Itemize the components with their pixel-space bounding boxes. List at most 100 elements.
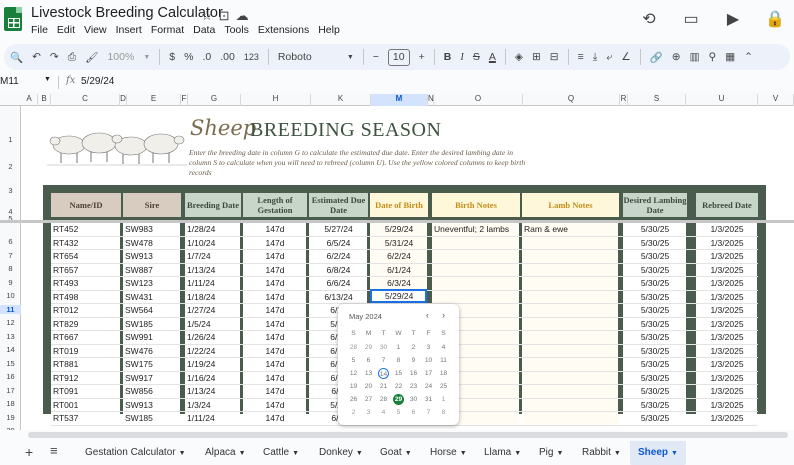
font-select[interactable]: Roboto	[278, 51, 338, 63]
sheet-tab-sheep[interactable]: Sheep ▼	[630, 441, 686, 465]
italic-icon[interactable]: I	[460, 52, 464, 63]
date-cell-6[interactable]: 6	[361, 355, 376, 366]
insert-link-icon[interactable]: 🔗	[650, 51, 663, 64]
all-sheets-icon[interactable]: ≡	[50, 443, 58, 458]
freeze-divider[interactable]	[0, 220, 794, 223]
date-cell-22[interactable]: 22	[391, 381, 406, 392]
font-size-input[interactable]: 10	[387, 48, 410, 66]
horizontal-align-icon[interactable]: ≡	[578, 51, 584, 63]
column-header-k[interactable]: K	[311, 94, 371, 106]
cell-desired-lambing-date[interactable]: 5/30/25	[623, 251, 687, 261]
date-cell-6[interactable]: 6	[406, 407, 421, 418]
row-header-8[interactable]: 8	[0, 264, 21, 273]
column-header-q[interactable]: Q	[523, 94, 620, 106]
cell-rebreed-date[interactable]: 1/3/2025	[696, 251, 758, 261]
star-icon[interactable]: ☆	[201, 8, 213, 24]
date-cell-10[interactable]: 10	[421, 355, 436, 366]
cell-rebreed-date[interactable]: 1/3/2025	[696, 305, 758, 315]
date-cell-14[interactable]: 14	[378, 368, 389, 379]
cell-sire[interactable]: SW913	[125, 251, 180, 261]
column-header-r[interactable]: R	[620, 94, 628, 106]
cell-length-of-gestation[interactable]: 147d	[243, 319, 307, 329]
cell-rebreed-date[interactable]: 1/3/2025	[696, 319, 758, 329]
text-rotation-icon[interactable]: ∠	[621, 51, 630, 63]
scrollbar-thumb[interactable]	[28, 432, 788, 438]
cell-name-id[interactable]: RT493	[53, 278, 120, 288]
cell-rebreed-date[interactable]: 1/3/2025	[696, 332, 758, 342]
fill-color-icon[interactable]: ◈	[515, 51, 523, 63]
cell-rebreed-date[interactable]: 1/3/2025	[696, 386, 758, 396]
cell-name-id[interactable]: RT829	[53, 319, 120, 329]
cell-name-id[interactable]: RT001	[53, 400, 120, 410]
currency-format-button[interactable]: $	[169, 51, 175, 63]
print-icon[interactable]: ⎙	[68, 51, 76, 64]
row-header-1[interactable]: 1	[0, 135, 21, 144]
cell-length-of-gestation[interactable]: 147d	[243, 332, 307, 342]
cell-name-id[interactable]: RT019	[53, 346, 120, 356]
cell-breeding-date[interactable]: 1/22/24	[187, 346, 240, 356]
font-dropdown-icon[interactable]: ▼	[347, 54, 354, 61]
cell-estimated-due-date[interactable]: 6/13/24	[309, 292, 368, 302]
cell-breeding-date[interactable]: 1/7/24	[187, 251, 240, 261]
tab-dropdown-icon[interactable]: ▼	[356, 450, 363, 457]
row-header-2[interactable]: 2	[0, 162, 21, 171]
cell-name-id[interactable]: RT537	[53, 413, 120, 423]
cell-desired-lambing-date[interactable]: 5/30/25	[623, 386, 687, 396]
cell-desired-lambing-date[interactable]: 5/30/25	[623, 319, 687, 329]
previous-month-button[interactable]: ‹	[426, 310, 429, 320]
date-cell-21[interactable]: 21	[376, 381, 391, 392]
vertical-align-icon[interactable]: ⤓	[593, 51, 598, 64]
increase-decimals-button[interactable]: .00	[220, 51, 235, 63]
cell-breeding-date[interactable]: 1/13/24	[187, 386, 240, 396]
menu-tools[interactable]: Tools	[224, 24, 249, 36]
row-header-16[interactable]: 16	[0, 372, 21, 381]
cell-desired-lambing-date[interactable]: 5/30/25	[623, 292, 687, 302]
cell-lamb-notes[interactable]: Ram & ewe	[524, 224, 618, 234]
tab-dropdown-icon[interactable]: ▼	[671, 450, 678, 457]
cell-length-of-gestation[interactable]: 147d	[243, 224, 307, 234]
date-cell-4[interactable]: 4	[376, 407, 391, 418]
date-cell-31[interactable]: 31	[421, 394, 436, 405]
date-cell-7[interactable]: 7	[421, 407, 436, 418]
cell-sire[interactable]: SW983	[125, 224, 180, 234]
decrease-font-size-button[interactable]: −	[373, 51, 379, 63]
sheet-tab-alpaca[interactable]: Alpaca ▼	[205, 441, 246, 465]
cell-rebreed-date[interactable]: 1/3/2025	[696, 346, 758, 356]
cell-name-id[interactable]: RT012	[53, 305, 120, 315]
date-cell-29[interactable]: 29	[393, 394, 404, 405]
column-header-m[interactable]: M	[371, 94, 428, 106]
zoom-select[interactable]: 100%	[107, 51, 134, 63]
text-color-icon[interactable]: A	[489, 51, 496, 63]
table-row[interactable]: RT452 SW983 1/28/24 147d 5/27/24 5/29/24 Uneve…	[51, 223, 758, 237]
date-cell-24[interactable]: 24	[421, 381, 436, 392]
bold-icon[interactable]: B	[444, 51, 452, 63]
date-cell-8[interactable]: 8	[391, 355, 406, 366]
share-lock-icon[interactable]: 🔒	[764, 9, 786, 29]
date-cell-12[interactable]: 12	[346, 368, 361, 379]
comments-icon[interactable]: ▭	[680, 9, 702, 29]
cell-length-of-gestation[interactable]: 147d	[243, 373, 307, 383]
cell-breeding-date[interactable]: 1/19/24	[187, 359, 240, 369]
date-cell-27[interactable]: 27	[361, 394, 376, 405]
column-heading-date-of-birth[interactable]: Date of Birth	[370, 193, 428, 217]
cell-desired-lambing-date[interactable]: 5/30/25	[623, 238, 687, 248]
cell-estimated-due-date[interactable]: 6/8/24	[309, 265, 368, 275]
zoom-dropdown-icon[interactable]: ▼	[143, 54, 150, 61]
menu-insert[interactable]: Insert	[116, 24, 142, 36]
menu-edit[interactable]: Edit	[57, 24, 75, 36]
date-cell-25[interactable]: 25	[436, 381, 451, 392]
menu-file[interactable]: File	[31, 24, 48, 36]
tab-dropdown-icon[interactable]: ▼	[239, 450, 246, 457]
row-header-9[interactable]: 9	[0, 278, 21, 287]
cell-breeding-date[interactable]: 1/16/24	[187, 373, 240, 383]
column-header-a[interactable]: A	[21, 94, 38, 106]
row-header-15[interactable]: 15	[0, 359, 21, 368]
date-cell-23[interactable]: 23	[406, 381, 421, 392]
row-header-14[interactable]: 14	[0, 345, 21, 354]
cell-desired-lambing-date[interactable]: 5/30/25	[623, 359, 687, 369]
date-cell-16[interactable]: 16	[406, 368, 421, 379]
cell-length-of-gestation[interactable]: 147d	[243, 386, 307, 396]
tab-dropdown-icon[interactable]: ▼	[292, 450, 299, 457]
cell-rebreed-date[interactable]: 1/3/2025	[696, 278, 758, 288]
column-header-h[interactable]: H	[241, 94, 311, 106]
